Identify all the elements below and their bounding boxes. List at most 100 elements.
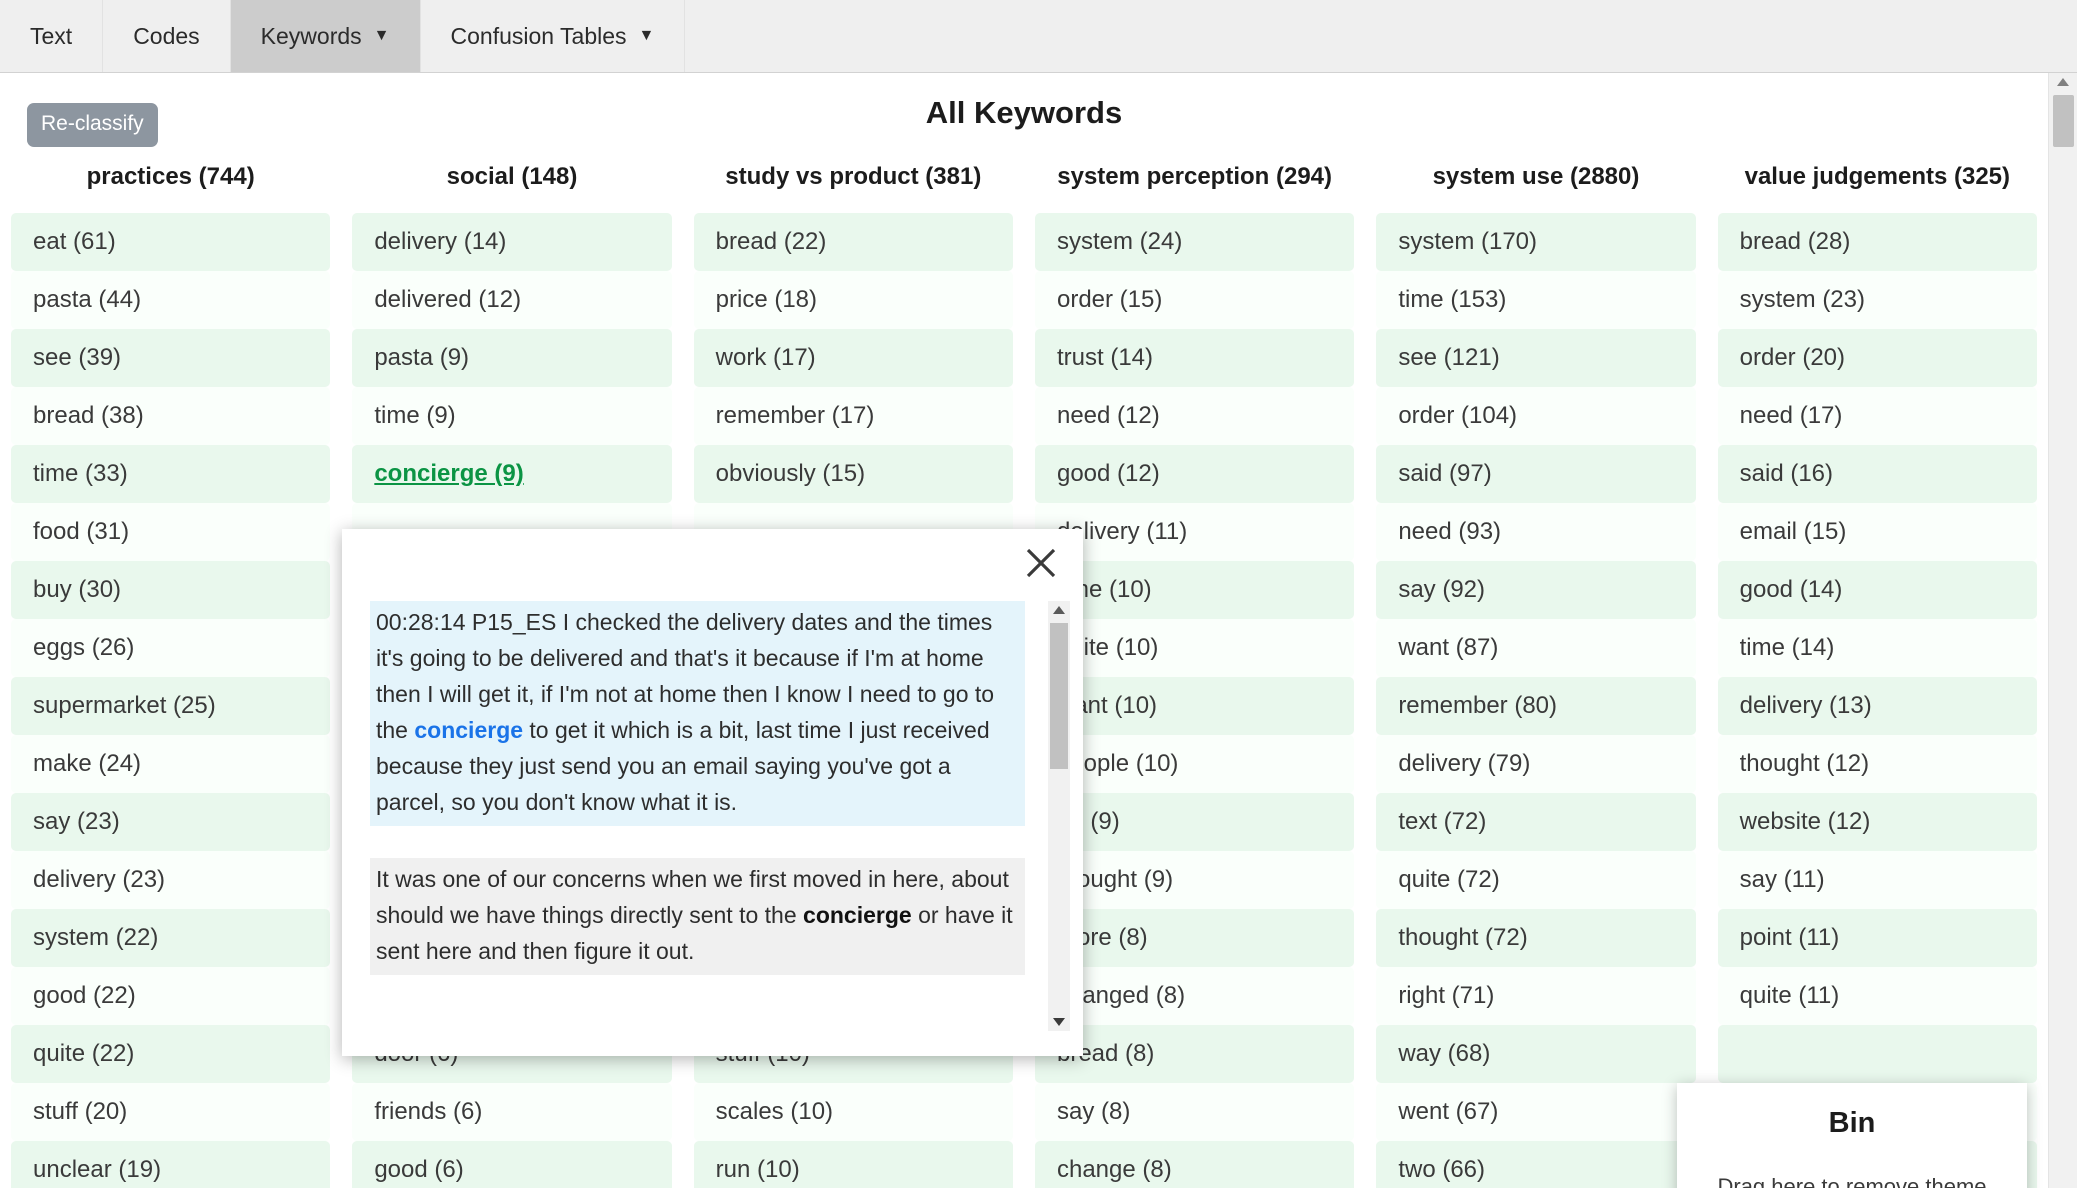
keyword-item-selected[interactable]: concierge (9) [352,445,672,503]
keyword-item[interactable]: quite (11) [1717,967,2037,1025]
keyword-item[interactable]: point (11) [1717,909,2037,967]
keyword-item[interactable]: way (68) [1376,1025,1696,1083]
keyword-item[interactable]: good (14) [1717,561,2037,619]
keyword-item[interactable]: time (153) [1376,271,1696,329]
keyword-column: practices (744) eat (61) pasta (44) see (39… [0,151,341,1188]
keyword-item[interactable]: system (23) [1717,271,2037,329]
page-title: All Keywords [925,95,1123,130]
bin-subtitle: Drag here to remove theme [1717,1174,1987,1188]
keyword-item[interactable]: quite (22) [11,1025,331,1083]
scroll-up-arrow-icon[interactable] [2057,78,2069,86]
keyword-item[interactable]: said (97) [1376,445,1696,503]
keyword-item[interactable]: say (92) [1376,561,1696,619]
keyword-item[interactable]: scales (10) [693,1083,1013,1141]
quote-scroll-down-arrow-icon[interactable] [1053,1018,1065,1026]
keyword-item[interactable]: unclear (19) [11,1141,331,1188]
keyword-item[interactable]: order (20) [1717,329,2037,387]
keyword-item[interactable]: two (66) [1376,1141,1696,1188]
keyword-item[interactable]: change (8) [1034,1141,1355,1188]
keyword-item[interactable]: need (17) [1717,387,2037,445]
keyword-item[interactable]: said (16) [1717,445,2037,503]
keyword-item[interactable]: food (31) [11,503,331,561]
keyword-item[interactable]: thought (12) [1717,735,2037,793]
keyword-item[interactable]: stuff (20) [11,1083,331,1141]
keyword-item[interactable]: pasta (9) [352,329,672,387]
keyword-column: value judgements (325) bread (28) system (… [1707,151,2048,1188]
keyword-item[interactable]: see (39) [11,329,331,387]
quote-scroll-area[interactable]: 00:28:14 P15_ES I checked the delivery d… [370,601,1055,1031]
keyword-item[interactable]: price (18) [693,271,1013,329]
keyword-item[interactable]: say (11) [1717,851,2037,909]
keyword-item[interactable]: obviously (15) [693,445,1013,503]
keyword-item[interactable]: order (104) [1376,387,1696,445]
keyword-item[interactable]: went (67) [1376,1083,1696,1141]
chevron-down-icon: ▼ [373,27,390,44]
keyword-item[interactable]: delivery (79) [1376,735,1696,793]
keyword-item[interactable]: trust (14) [1034,329,1355,387]
quote-scrollbar-thumb[interactable] [1050,623,1068,769]
keyword-item[interactable]: delivery (13) [1717,677,2037,735]
column-header[interactable]: practices (744) [11,151,330,213]
keyword-item[interactable]: bread (38) [11,387,331,445]
keyword-item[interactable]: good (12) [1034,445,1355,503]
keyword-item[interactable]: good (22) [11,967,331,1025]
keyword-item[interactable]: system (170) [1376,213,1696,271]
keyword-item[interactable]: work (17) [693,329,1013,387]
keyword-item[interactable]: eggs (26) [11,619,331,677]
column-header[interactable]: system perception (294) [1035,151,1354,213]
page-scrollbar[interactable] [2048,73,2077,1188]
keyword-item[interactable]: see (121) [1376,329,1696,387]
keyword-item[interactable]: order (15) [1034,271,1355,329]
column-header[interactable]: study vs product (381) [694,151,1013,213]
tab-label: Codes [133,22,200,49]
keyword-item[interactable]: thought (72) [1376,909,1696,967]
keyword-item[interactable]: need (93) [1376,503,1696,561]
keyword-item[interactable]: make (24) [11,735,331,793]
keyword-item[interactable]: email (15) [1717,503,2037,561]
keyword-item[interactable]: bread (22) [693,213,1013,271]
keyword-item[interactable]: supermarket (25) [11,677,331,735]
column-header[interactable]: value judgements (325) [1718,151,2037,213]
keywords-page: Re-classify All Keywords practices (744)… [0,73,2077,1188]
keyword-item[interactable]: website (12) [1717,793,2037,851]
keyword-item[interactable]: delivery (23) [11,851,331,909]
column-header[interactable]: system use (2880) [1376,151,1695,213]
quote-keyword-link[interactable]: concierge [414,717,523,743]
keyword-item[interactable]: time (9) [352,387,672,445]
keyword-item[interactable]: remember (17) [693,387,1013,445]
keyword-item[interactable]: eat (61) [11,213,331,271]
keyword-item[interactable]: want (87) [1376,619,1696,677]
keyword-item[interactable]: say (23) [11,793,331,851]
keyword-item[interactable]: system (22) [11,909,331,967]
keyword-item[interactable]: run (10) [693,1141,1013,1188]
tab-confusion-tables[interactable]: Confusion Tables ▼ [420,0,686,72]
keyword-item[interactable]: remember (80) [1376,677,1696,735]
keyword-item[interactable]: buy (30) [11,561,331,619]
keyword-item[interactable]: right (71) [1376,967,1696,1025]
keyword-item[interactable]: text (72) [1376,793,1696,851]
keyword-item[interactable]: time (33) [11,445,331,503]
keyword-item[interactable]: delivery (14) [352,213,672,271]
keyword-item[interactable]: say (8) [1034,1083,1355,1141]
chevron-down-icon: ▼ [638,27,655,44]
keyword-item[interactable]: need (12) [1034,387,1355,445]
tab-keywords[interactable]: Keywords ▼ [230,0,421,72]
column-header[interactable]: social (148) [352,151,671,213]
keyword-item[interactable]: delivered (12) [352,271,672,329]
keyword-item[interactable]: friends (6) [352,1083,672,1141]
quote-scroll-up-arrow-icon[interactable] [1053,606,1065,614]
keyword-item[interactable]: good (6) [352,1141,672,1188]
tab-text[interactable]: Text [0,0,104,72]
keyword-item[interactable]: time (14) [1717,619,2037,677]
tab-codes[interactable]: Codes [103,0,231,72]
keyword-item[interactable]: quite (72) [1376,851,1696,909]
keyword-item[interactable] [1717,1025,2037,1083]
bin-drop-target[interactable]: Bin Drag here to remove theme [1677,1083,2027,1188]
keyword-item[interactable]: bread (28) [1717,213,2037,271]
quote-scrollbar[interactable] [1048,601,1070,1031]
close-icon[interactable] [1021,543,1061,583]
scrollbar-thumb[interactable] [2053,95,2074,147]
quote-keyword-bold: concierge [803,902,912,928]
keyword-item[interactable]: pasta (44) [11,271,331,329]
keyword-item[interactable]: system (24) [1034,213,1355,271]
